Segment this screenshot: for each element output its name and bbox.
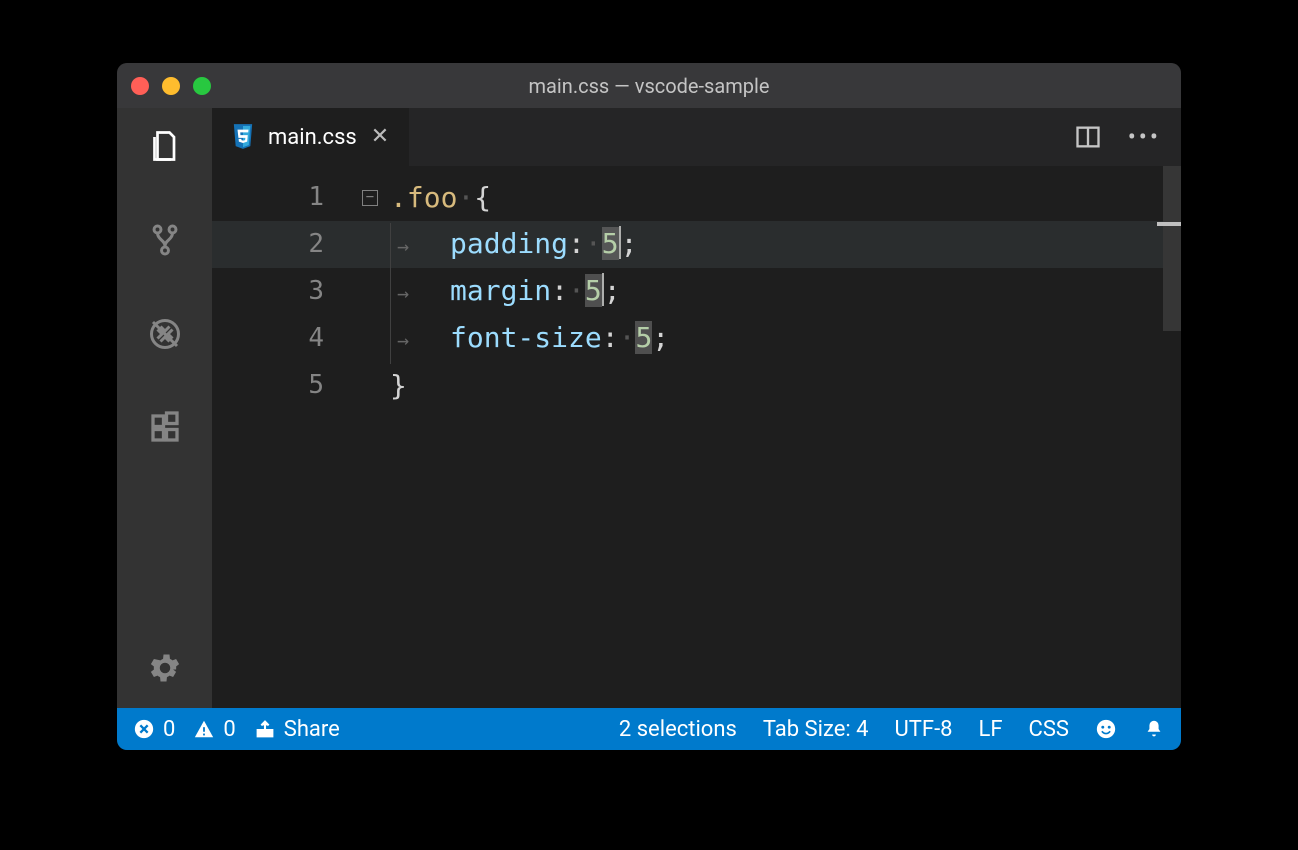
status-warnings[interactable]: 0 <box>193 717 235 742</box>
code-content[interactable]: →font-size:·5; <box>390 314 669 364</box>
scrollbar-vertical[interactable] <box>1163 166 1181 708</box>
code-content[interactable]: } <box>390 362 407 409</box>
fold-toggle-icon[interactable]: − <box>362 190 378 206</box>
traffic-lights <box>131 77 211 95</box>
window-body: main.css ✕ ••• 1−.foo·{2→padd <box>117 108 1181 708</box>
status-selections[interactable]: 2 selections <box>619 717 737 742</box>
status-encoding[interactable]: UTF-8 <box>895 717 953 742</box>
code-content[interactable]: .foo·{ <box>390 174 491 221</box>
status-feedback-icon[interactable] <box>1095 718 1117 740</box>
window-zoom-button[interactable] <box>193 77 211 95</box>
css-file-icon <box>232 124 254 150</box>
split-editor-icon[interactable] <box>1074 123 1102 151</box>
window-minimize-button[interactable] <box>162 77 180 95</box>
line-number[interactable]: 2 <box>212 221 362 268</box>
editor-tab-main-css[interactable]: main.css ✕ <box>212 108 410 166</box>
code-line[interactable]: 3 →margin:·5; <box>212 268 1181 315</box>
errors-count: 0 <box>163 717 175 742</box>
status-bar: 0 0 Share 2 selections Tab Size: 4 UTF-8… <box>117 708 1181 750</box>
more-icon[interactable]: ••• <box>1128 123 1161 151</box>
share-label: Share <box>284 717 340 742</box>
status-errors[interactable]: 0 <box>133 717 175 742</box>
source-control-icon[interactable] <box>145 220 185 260</box>
indent-guide: → <box>390 317 450 364</box>
extensions-icon[interactable] <box>145 408 185 448</box>
tabstrip: main.css ✕ ••• <box>212 108 1181 166</box>
line-number[interactable]: 4 <box>212 315 362 362</box>
code-line[interactable]: 2 →padding:·5; <box>212 221 1181 268</box>
titlebar[interactable]: main.css — vscode-sample <box>117 63 1181 108</box>
scrollbar-thumb[interactable] <box>1163 166 1181 331</box>
activity-bar <box>117 108 212 708</box>
explorer-icon[interactable] <box>145 126 185 166</box>
debug-icon[interactable] <box>145 314 185 354</box>
line-number[interactable]: 5 <box>212 362 362 409</box>
line-number[interactable]: 1 <box>212 174 362 221</box>
text-cursor <box>602 273 604 306</box>
code-line[interactable]: 5} <box>212 362 1181 409</box>
settings-gear-icon[interactable] <box>145 648 185 688</box>
text-cursor <box>619 226 621 259</box>
tab-label: main.css <box>268 125 357 150</box>
indent-guide: → <box>390 223 450 270</box>
editor-area: main.css ✕ ••• 1−.foo·{2→padd <box>212 108 1181 708</box>
window-close-button[interactable] <box>131 77 149 95</box>
status-bell-icon[interactable] <box>1143 718 1165 740</box>
code-editor[interactable]: 1−.foo·{2→padding:·5;3→margin:·5;4→font-… <box>212 166 1181 708</box>
status-language[interactable]: CSS <box>1029 717 1069 742</box>
status-eol[interactable]: LF <box>979 717 1003 742</box>
app-window: main.css — vscode-sample <box>117 63 1181 750</box>
status-tab-size[interactable]: Tab Size: 4 <box>763 717 869 742</box>
code-content[interactable]: →margin:·5; <box>390 267 621 317</box>
warnings-count: 0 <box>223 717 235 742</box>
indent-guide: → <box>390 270 450 317</box>
window-title: main.css — vscode-sample <box>117 74 1181 98</box>
code-line[interactable]: 1−.foo·{ <box>212 174 1181 221</box>
code-content[interactable]: →padding:·5; <box>390 220 637 270</box>
line-number[interactable]: 3 <box>212 268 362 315</box>
status-share[interactable]: Share <box>254 717 340 742</box>
tab-close-icon[interactable]: ✕ <box>371 126 389 148</box>
code-line[interactable]: 4 →font-size:·5; <box>212 315 1181 362</box>
